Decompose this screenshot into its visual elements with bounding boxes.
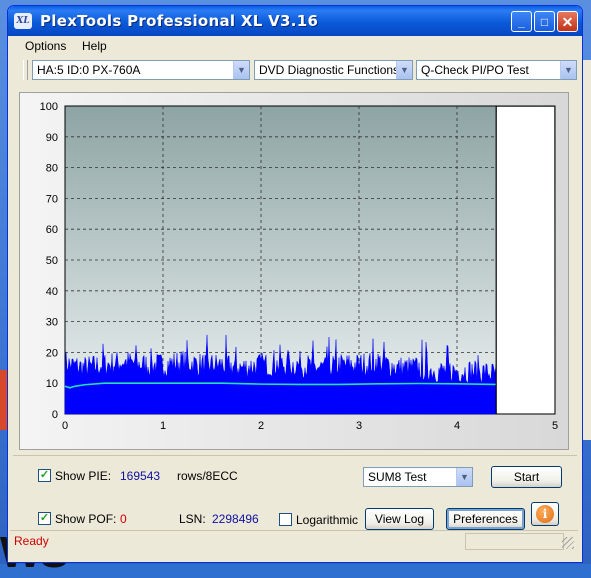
y-tick-label: 60	[46, 224, 58, 236]
y-tick-label: 20	[46, 347, 58, 359]
preferences-button[interactable]: Preferences	[446, 508, 525, 530]
toolbar: HA:5 ID:0 PX-760A ▼ DVD Diagnostic Funct…	[8, 56, 582, 84]
logarithmic-checkbox[interactable]	[279, 513, 292, 526]
y-tick-label: 0	[52, 409, 58, 421]
y-tick-label: 90	[46, 132, 58, 144]
sum-test-select[interactable]: SUM8 Test ▼	[363, 467, 473, 487]
title-bar[interactable]: XL PlexTools Professional XL V3.16 _ □ ✕	[8, 6, 582, 36]
chevron-down-icon[interactable]: ▼	[233, 61, 249, 79]
start-button[interactable]: Start	[491, 466, 562, 488]
show-pof-checkbox[interactable]: ✓	[38, 512, 51, 525]
close-button[interactable]: ✕	[557, 11, 578, 32]
chart-svg: 0 10 20 30 40 50 60 70 80 90 100 0 1 2 3 4 5	[20, 93, 568, 449]
status-pane	[465, 533, 564, 550]
status-text: Ready	[14, 534, 49, 548]
test-select[interactable]: Q-Check PI/PO Test ▼	[416, 60, 577, 80]
x-tick-label: 2	[258, 420, 264, 432]
logarithmic-label: Logarithmic	[296, 513, 359, 527]
chevron-down-icon[interactable]: ▼	[560, 61, 576, 79]
y-tick-label: 40	[46, 286, 58, 298]
view-log-button[interactable]: View Log	[365, 508, 434, 530]
unscanned-region	[496, 107, 554, 413]
function-select-value: DVD Diagnostic Functions	[259, 63, 400, 77]
sum-test-select-value: SUM8 Test	[368, 470, 427, 484]
show-pie-checkbox[interactable]: ✓	[38, 469, 51, 482]
lsn-value: 2298496	[212, 512, 259, 526]
show-pof-label: Show POF:	[55, 512, 117, 526]
drive-select-value: HA:5 ID:0 PX-760A	[37, 63, 141, 77]
minimize-button[interactable]: _	[511, 11, 532, 32]
toolbar-grip[interactable]	[23, 60, 28, 80]
x-tick-label: 5	[552, 420, 558, 432]
pie-unit: rows/8ECC	[177, 469, 238, 483]
maximize-button[interactable]: □	[534, 11, 555, 32]
pie-value: 169543	[120, 469, 161, 483]
status-bar: Ready	[10, 530, 578, 551]
y-tick-label: 50	[46, 255, 58, 267]
menu-help[interactable]: Help	[82, 39, 107, 53]
y-tick-label: 80	[46, 163, 58, 175]
chevron-down-icon[interactable]: ▼	[456, 468, 472, 486]
test-select-value: Q-Check PI/PO Test	[421, 63, 529, 77]
y-tick-label: 10	[46, 378, 58, 390]
y-tick-label: 100	[40, 101, 58, 113]
info-icon: i	[536, 505, 554, 523]
plextools-window: XL PlexTools Professional XL V3.16 _ □ ✕…	[7, 5, 583, 563]
pof-value: 0	[120, 512, 127, 526]
menu-options[interactable]: Options	[25, 39, 66, 53]
y-tick-label: 30	[46, 317, 58, 329]
controls-panel: ✓ Show PIE: 169543 rows/8ECC SUM8 Test ▼…	[13, 455, 577, 530]
show-pie-label: Show PIE:	[55, 469, 112, 483]
resize-grip[interactable]	[562, 537, 574, 549]
y-tick-label: 70	[46, 193, 58, 205]
x-tick-label: 1	[160, 420, 166, 432]
window-title: PlexTools Professional XL V3.16	[40, 12, 319, 30]
x-tick-label: 3	[356, 420, 362, 432]
app-logo-icon[interactable]: XL	[14, 13, 32, 29]
drive-select[interactable]: HA:5 ID:0 PX-760A ▼	[32, 60, 250, 80]
chevron-down-icon[interactable]: ▼	[396, 61, 412, 79]
pi-po-chart: 0 10 20 30 40 50 60 70 80 90 100 0 1 2 3 4 5	[19, 92, 569, 450]
menu-bar: Options Help	[8, 36, 582, 56]
function-select[interactable]: DVD Diagnostic Functions ▼	[254, 60, 413, 80]
x-tick-label: 4	[454, 420, 460, 432]
x-tick-label: 0	[62, 420, 68, 432]
lsn-label: LSN:	[179, 512, 206, 526]
